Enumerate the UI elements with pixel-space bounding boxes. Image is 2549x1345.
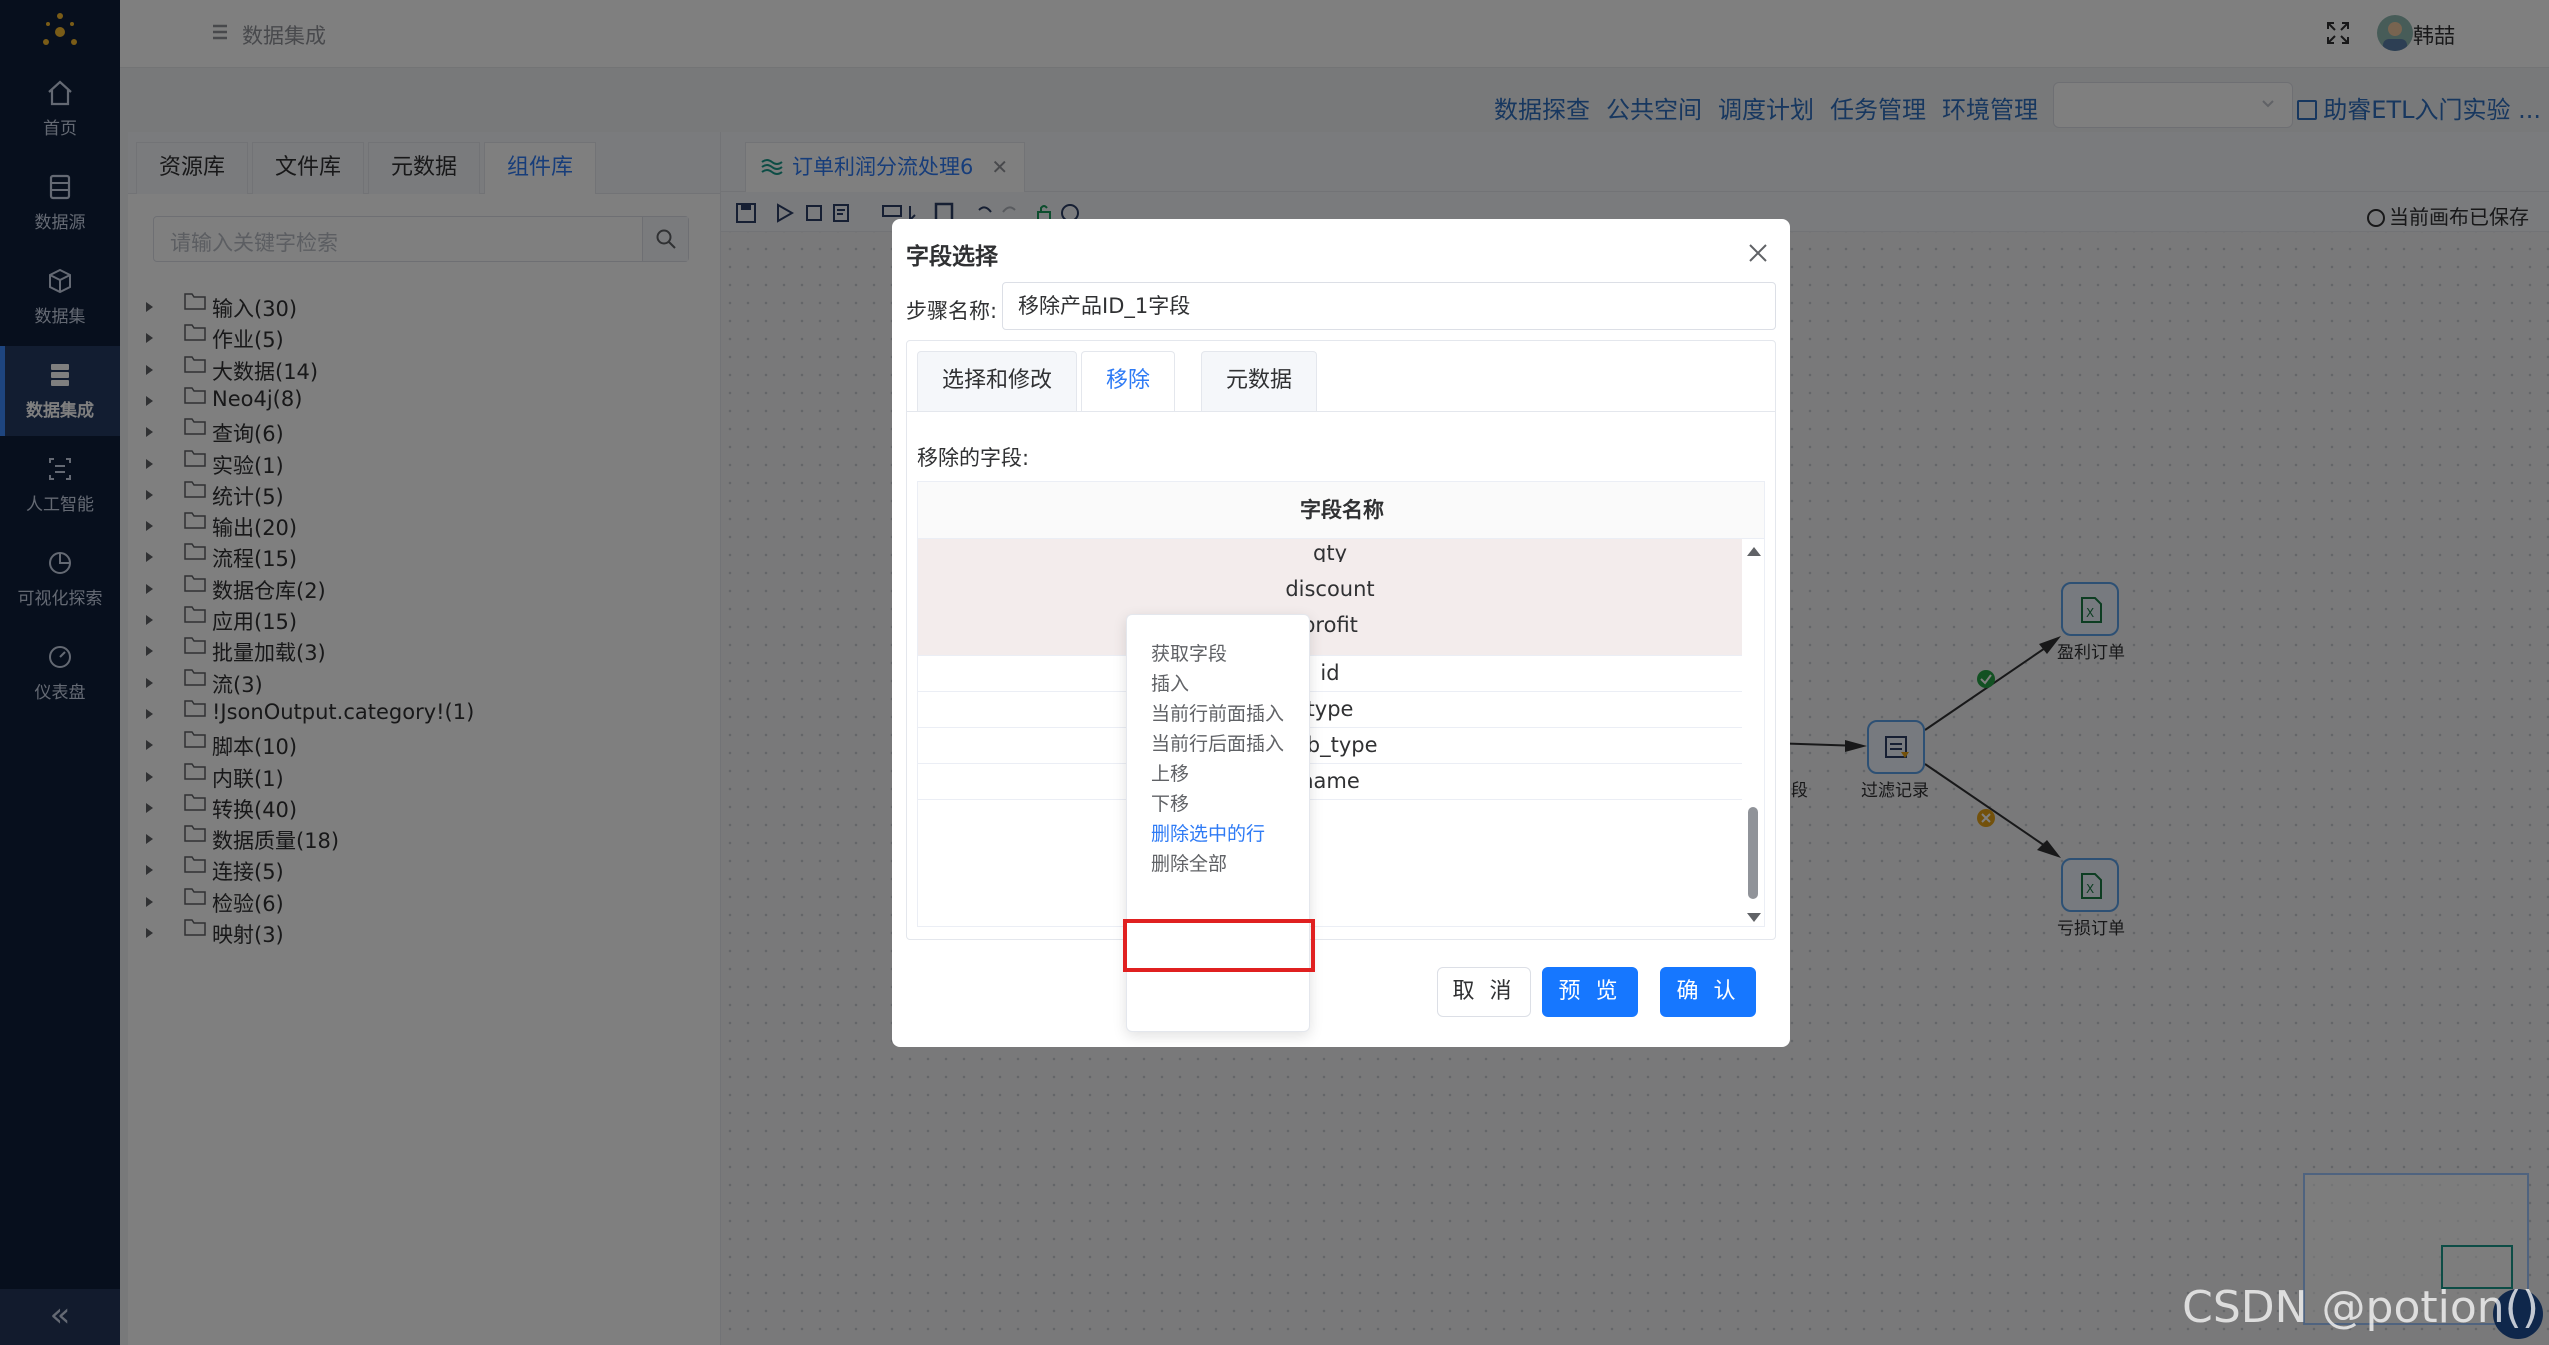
scroll-up-icon[interactable] xyxy=(1747,547,1761,556)
tab-remove[interactable]: 移除 xyxy=(1081,351,1176,411)
field-name-cell: type xyxy=(1306,697,1354,721)
column-header-field-name[interactable]: 字段名称 xyxy=(918,482,1764,539)
step-name-label: 步骤名称: xyxy=(906,299,998,323)
dialog-tabs: 选择和修改 移除 元数据 移除的字段: 字段名称 qty discount pr… xyxy=(906,340,1776,940)
dialog-title: 字段选择 xyxy=(906,244,998,270)
menu-item-insert-before[interactable]: 当前行前面插入 xyxy=(1151,699,1284,726)
remove-fields-label: 移除的字段: xyxy=(917,446,1030,470)
table-scrollbar[interactable] xyxy=(1742,539,1764,926)
field-name-cell: name xyxy=(1300,769,1360,793)
tab-divider xyxy=(907,411,1775,412)
menu-item-delete-selected[interactable]: 删除选中的行 xyxy=(1151,819,1265,846)
confirm-button[interactable]: 确 认 xyxy=(1660,967,1756,1017)
field-name-cell: id xyxy=(1320,661,1340,685)
table-row[interactable]: sub_type xyxy=(918,728,1742,764)
field-name-cell: profit xyxy=(1302,613,1358,637)
preview-button[interactable]: 预 览 xyxy=(1542,967,1638,1017)
field-name-cell: sub_type xyxy=(1282,733,1378,757)
close-icon[interactable] xyxy=(1746,241,1770,265)
cancel-button[interactable]: 取 消 xyxy=(1437,967,1531,1017)
menu-item-delete-all[interactable]: 删除全部 xyxy=(1151,849,1227,876)
remove-fields-table: 字段名称 qty discount profit id type sub_typ… xyxy=(917,481,1765,927)
watermark: CSDN @potion() xyxy=(2182,1282,2539,1333)
highlight-box xyxy=(1123,919,1315,972)
table-row[interactable]: id xyxy=(918,656,1742,692)
scroll-down-icon[interactable] xyxy=(1747,913,1761,922)
menu-item-get-fields[interactable]: 获取字段 xyxy=(1151,639,1227,666)
tab-metadata[interactable]: 元数据 xyxy=(1201,351,1318,411)
table-row[interactable]: name xyxy=(918,764,1742,800)
field-select-dialog: 字段选择 步骤名称: 移除产品ID_1字段 选择和修改 移除 元数据 移除的字段… xyxy=(892,219,1790,1047)
menu-item-move-up[interactable]: 上移 xyxy=(1151,759,1189,786)
menu-item-move-down[interactable]: 下移 xyxy=(1151,789,1189,816)
menu-item-insert[interactable]: 插入 xyxy=(1151,669,1189,696)
menu-item-insert-after[interactable]: 当前行后面插入 xyxy=(1151,729,1284,756)
step-name-input[interactable]: 移除产品ID_1字段 xyxy=(1002,282,1776,330)
table-row[interactable]: type xyxy=(918,692,1742,728)
scroll-thumb[interactable] xyxy=(1748,807,1758,899)
tab-select-modify[interactable]: 选择和修改 xyxy=(917,351,1078,411)
table-row[interactable]: profit xyxy=(918,598,1742,656)
